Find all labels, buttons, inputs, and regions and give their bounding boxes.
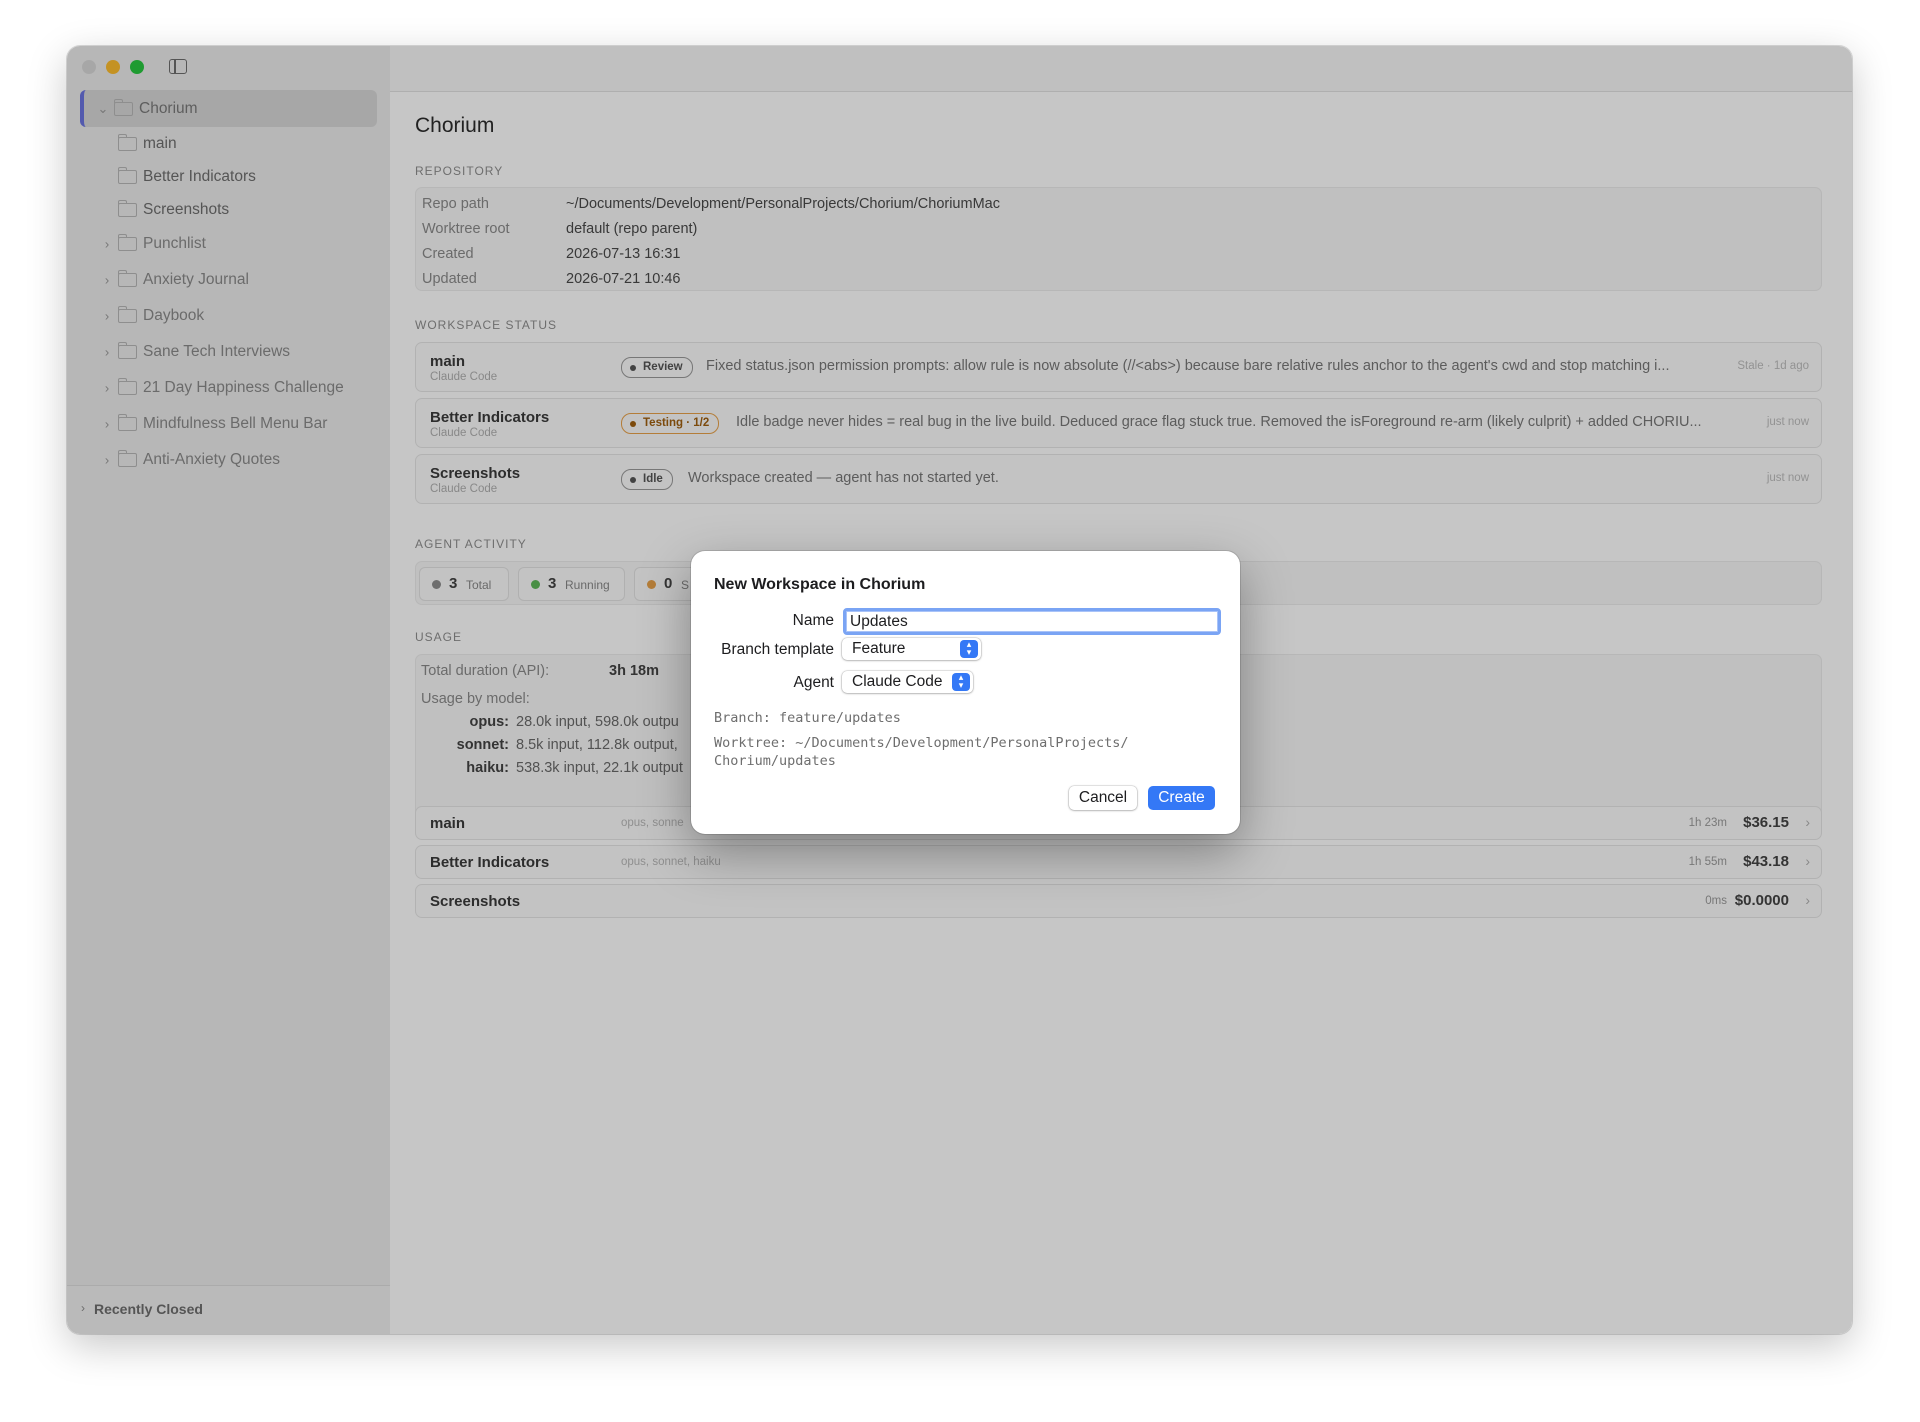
create-button[interactable]: Create	[1148, 786, 1215, 810]
agent-value: Claude Code	[852, 673, 943, 690]
branch-template-popup[interactable]: Feature ▴ ▾	[842, 638, 981, 660]
branch-template-value: Feature	[852, 640, 906, 657]
name-label: Name	[792, 612, 834, 629]
chevron-up-down-icon: ▴ ▾	[960, 640, 978, 658]
agent-label: Agent	[793, 674, 834, 691]
workspace-name-input[interactable]	[843, 608, 1221, 635]
worktree-preview-line-2: Chorium/updates	[714, 753, 836, 769]
branch-preview: Branch: feature/updates	[714, 710, 901, 726]
agent-popup[interactable]: Claude Code ▴ ▾	[842, 671, 973, 693]
chevron-up-down-icon: ▴ ▾	[952, 673, 970, 691]
dialog-title: New Workspace in Chorium	[714, 576, 926, 593]
worktree-preview-line-1: Worktree: ~/Documents/Development/Person…	[714, 735, 1129, 751]
new-workspace-dialog: New Workspace in Chorium Name Branch tem…	[691, 551, 1240, 834]
cancel-button[interactable]: Cancel	[1069, 786, 1137, 810]
branch-template-label: Branch template	[721, 641, 834, 658]
